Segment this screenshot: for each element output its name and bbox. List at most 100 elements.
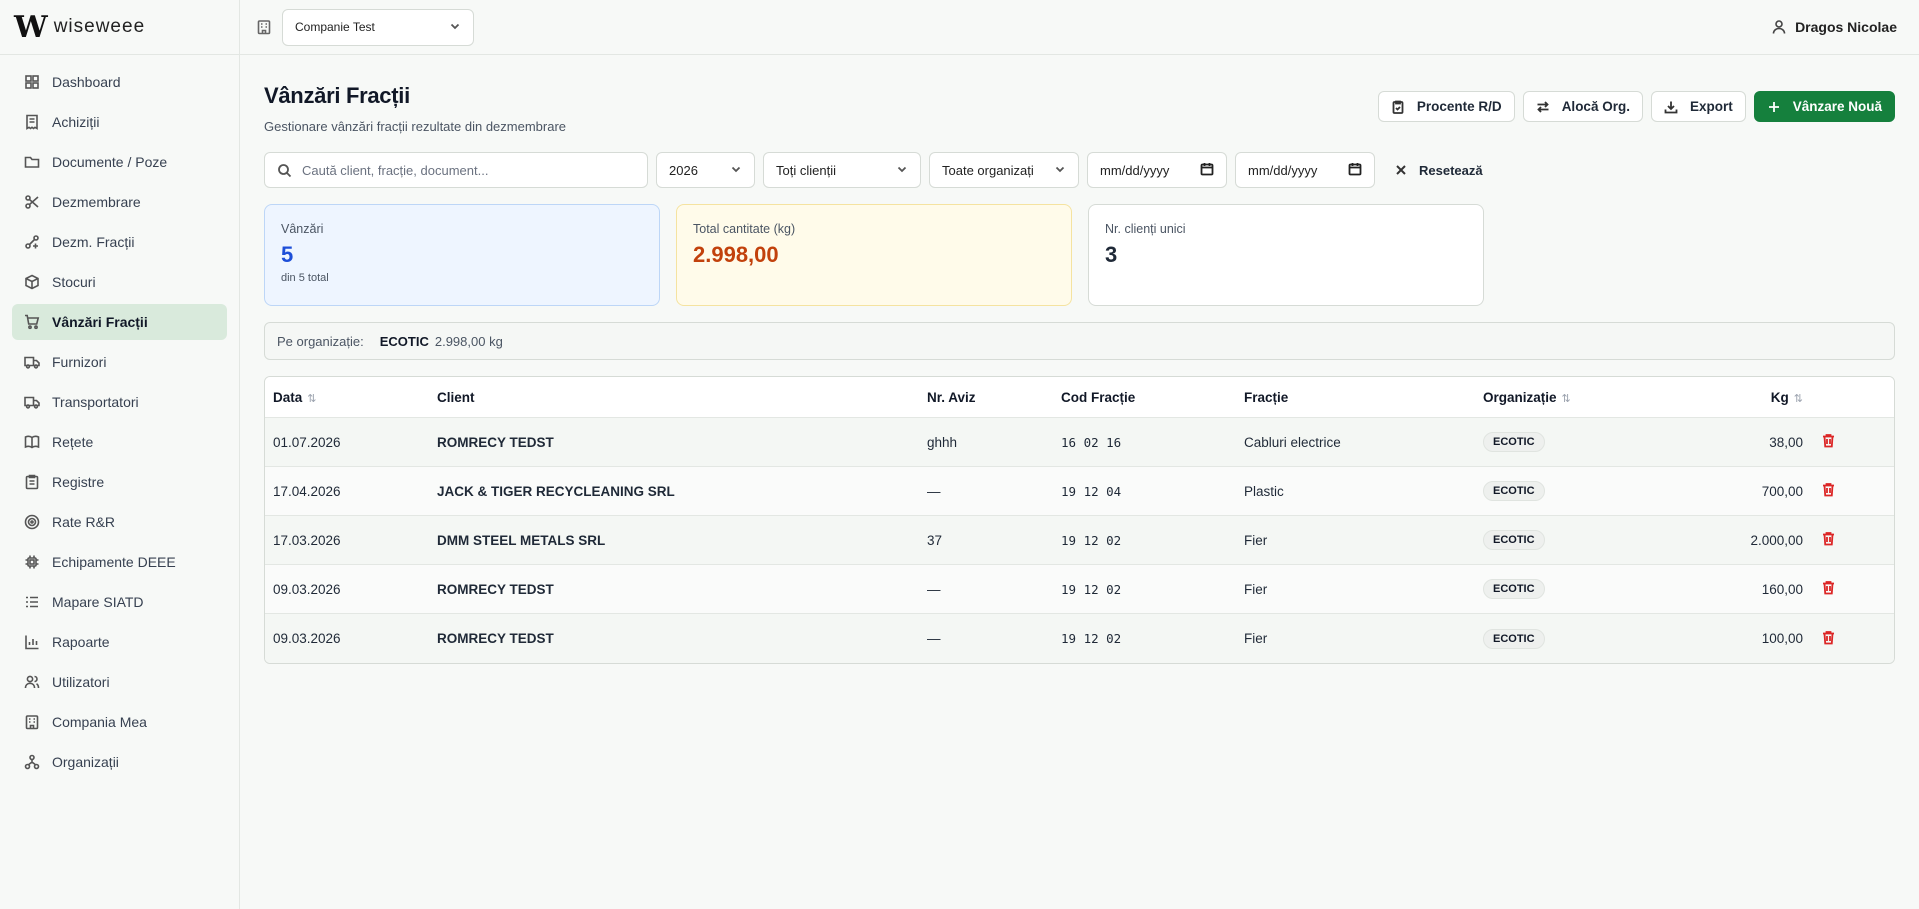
chart-icon bbox=[24, 634, 40, 650]
sidebar-item-rate-r-r[interactable]: Rate R&R bbox=[12, 504, 227, 540]
table-header: Data ⇅ Client Nr. Aviz Cod Fracție Fracți… bbox=[265, 377, 1894, 418]
sidebar-item-vanzari-fractii[interactable]: Vânzări Fracții bbox=[12, 304, 227, 340]
cell-client: ROMRECY TEDST bbox=[437, 434, 554, 450]
cell-kg: 100,00 bbox=[1761, 631, 1803, 646]
cell-actions bbox=[1803, 433, 1853, 451]
reset-button[interactable]: Resetează bbox=[1395, 163, 1483, 178]
logo-text: wiseweee bbox=[53, 16, 146, 37]
quantity-stat-card: Total cantitate (kg) 2.998,00 bbox=[676, 204, 1072, 306]
clients-select-value: Toți clienții bbox=[776, 162, 836, 178]
trash-icon[interactable] bbox=[1821, 433, 1836, 451]
sidebar-item-label: Echipamente DEEE bbox=[52, 554, 176, 570]
sidebar-item-rapoarte[interactable]: Rapoarte bbox=[12, 624, 227, 660]
sidebar: W wiseweee Dashboard Achiziții Documente /… bbox=[0, 0, 240, 909]
chevron-down-icon bbox=[730, 163, 742, 178]
book-icon bbox=[24, 434, 40, 450]
search-input[interactable]: Caută client, fracție, document... bbox=[264, 152, 648, 188]
sidebar-item-compania-mea[interactable]: Compania Mea bbox=[12, 704, 227, 740]
sidebar-item-label: Transportatori bbox=[52, 394, 139, 410]
cell-actions bbox=[1803, 630, 1853, 648]
cell-fractie: Cabluri electrice bbox=[1244, 434, 1341, 450]
users-icon bbox=[24, 674, 40, 690]
sidebar-item-label: Mapare SIATD bbox=[52, 594, 144, 610]
col-date-header[interactable]: Data ⇅ bbox=[265, 390, 437, 405]
date-from-input[interactable]: mm/dd/yyyy bbox=[1087, 152, 1227, 188]
cell-cod: 16 02 16 bbox=[1061, 434, 1122, 450]
sidebar-item-label: Vânzări Fracții bbox=[52, 314, 148, 330]
org-badge: ECOTIC bbox=[1483, 481, 1545, 501]
cell-date: 17.03.2026 bbox=[273, 532, 341, 548]
table-row[interactable]: 01.07.2026 ROMRECY TEDST ghhh 16 02 16 Cablu… bbox=[265, 418, 1894, 467]
brand-logo[interactable]: W wiseweee bbox=[0, 0, 239, 55]
company-select[interactable]: Companie Test bbox=[282, 8, 474, 46]
sidebar-item-echipamente-deee[interactable]: Echipamente DEEE bbox=[12, 544, 227, 580]
aloca-org-button[interactable]: Alocă Org. bbox=[1522, 91, 1643, 122]
col-kg-header[interactable]: Kg ⇅ bbox=[1703, 390, 1803, 405]
sidebar-item-dezmembrare[interactable]: Dezmembrare bbox=[12, 184, 227, 220]
sidebar-item-dezm-fractii[interactable]: Dezm. Fracții bbox=[12, 224, 227, 260]
table-row[interactable]: 17.03.2026 DMM STEEL METALS SRL 37 19 12 02… bbox=[265, 516, 1894, 565]
procente-button[interactable]: Procente R/D bbox=[1377, 91, 1515, 122]
grid-icon bbox=[24, 74, 40, 90]
table-row[interactable]: 17.04.2026 JACK & TIGER RECYCLEANING SRL —… bbox=[265, 467, 1894, 516]
trash-icon[interactable] bbox=[1821, 630, 1836, 648]
swap-icon bbox=[1536, 100, 1549, 113]
org-summary-value: 2.998,00 kg bbox=[434, 333, 503, 349]
trash-icon[interactable] bbox=[1821, 580, 1836, 598]
sidebar-item-registre[interactable]: Registre bbox=[12, 464, 227, 500]
table-row[interactable]: 09.03.2026 ROMRECY TEDST — 19 12 02 Fier ECOT… bbox=[265, 614, 1894, 663]
page-header: Vânzări Fracții Gestionare vânzări fracț… bbox=[264, 55, 1895, 134]
user-menu[interactable]: Dragos Nicolae bbox=[1771, 19, 1897, 35]
header-actions: Procente R/D Alocă Org. Export Vânzare N… bbox=[1377, 91, 1895, 122]
sidebar-item-utilizatori[interactable]: Utilizatori bbox=[12, 664, 227, 700]
org-badge: ECOTIC bbox=[1483, 530, 1545, 550]
sidebar-item-documente-poze[interactable]: Documente / Poze bbox=[12, 144, 227, 180]
sort-icon: ⇅ bbox=[1793, 392, 1803, 405]
date-from-value: mm/dd/yyyy bbox=[1100, 162, 1170, 178]
calendar-icon[interactable] bbox=[1348, 162, 1362, 179]
clients-select[interactable]: Toți clienții bbox=[763, 152, 921, 188]
cell-aviz: — bbox=[927, 631, 941, 646]
export-button[interactable]: Export bbox=[1650, 91, 1746, 122]
date-to-value: mm/dd/yyyy bbox=[1248, 162, 1318, 178]
sidebar-item-label: Documente / Poze bbox=[52, 154, 168, 170]
date-to-input[interactable]: mm/dd/yyyy bbox=[1235, 152, 1375, 188]
plus-icon bbox=[1768, 101, 1779, 112]
sidebar-item-retete[interactable]: Rețete bbox=[12, 424, 227, 460]
sidebar-item-achizitii[interactable]: Achiziții bbox=[12, 104, 227, 140]
orgs-select[interactable]: Toate organizați bbox=[929, 152, 1079, 188]
sidebar-item-organizatii[interactable]: Organizații bbox=[12, 744, 227, 780]
receipt-icon bbox=[24, 114, 40, 130]
sidebar-item-label: Furnizori bbox=[52, 354, 107, 370]
table-row[interactable]: 09.03.2026 ROMRECY TEDST — 19 12 02 Fier ECOT… bbox=[265, 565, 1894, 614]
cell-actions bbox=[1803, 482, 1853, 500]
cell-cod: 19 12 02 bbox=[1061, 532, 1122, 548]
cell-actions bbox=[1803, 580, 1853, 598]
sort-icon: ⇅ bbox=[307, 392, 317, 405]
export-button-label: Export bbox=[1689, 99, 1733, 114]
trash-icon[interactable] bbox=[1821, 482, 1836, 500]
clipboard-icon bbox=[24, 474, 40, 490]
split-icon bbox=[24, 234, 40, 250]
col-org-header[interactable]: Organizație ⇅ bbox=[1483, 390, 1703, 405]
sidebar-item-dashboard[interactable]: Dashboard bbox=[12, 64, 227, 100]
col-fractie-header: Fracție bbox=[1244, 389, 1289, 405]
sidebar-item-mapare-siatd[interactable]: Mapare SIATD bbox=[12, 584, 227, 620]
year-select[interactable]: 2026 bbox=[656, 152, 755, 188]
cell-org: ECOTIC bbox=[1483, 579, 1703, 599]
aloca-org-button-label: Alocă Org. bbox=[1561, 99, 1630, 114]
trash-icon[interactable] bbox=[1821, 531, 1836, 549]
sidebar-item-stocuri[interactable]: Stocuri bbox=[12, 264, 227, 300]
sidebar-item-label: Dezm. Fracții bbox=[52, 234, 135, 250]
new-sale-button[interactable]: Vânzare Nouă bbox=[1753, 91, 1895, 122]
cpu-icon bbox=[24, 554, 40, 570]
calendar-icon[interactable] bbox=[1200, 162, 1214, 179]
building-icon bbox=[24, 714, 40, 730]
company-select-value: Companie Test bbox=[295, 20, 375, 34]
target-icon bbox=[24, 514, 40, 530]
sidebar-item-furnizori[interactable]: Furnizori bbox=[12, 344, 227, 380]
new-sale-button-label: Vânzare Nouă bbox=[1792, 99, 1882, 114]
cell-kg: 700,00 bbox=[1761, 483, 1803, 499]
sidebar-item-transportatori[interactable]: Transportatori bbox=[12, 384, 227, 420]
org-summary-name: ECOTIC bbox=[379, 333, 429, 349]
